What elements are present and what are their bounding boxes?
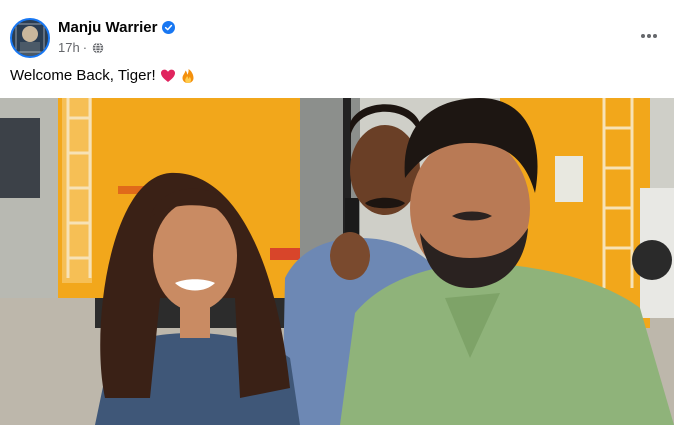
photo-image (0, 98, 674, 425)
verified-badge-icon (162, 21, 176, 34)
globe-icon[interactable] (92, 41, 104, 54)
fire-emoji (182, 68, 194, 83)
post-header: Manju Warrier 17h · (0, 0, 674, 64)
author-avatar[interactable] (10, 18, 50, 58)
more-options-button[interactable] (632, 24, 666, 48)
post-photo[interactable] (0, 98, 674, 425)
caption-text: Welcome Back, Tiger! (10, 67, 156, 84)
post-caption: Welcome Back, Tiger! (10, 67, 196, 84)
facebook-post: Manju Warrier 17h · Welcome Back, Tiger! (0, 0, 674, 425)
post-timestamp[interactable]: 17h (58, 40, 80, 55)
meta-separator: · (82, 40, 88, 55)
heart-emoji (160, 69, 175, 82)
author-line: Manju Warrier (58, 19, 176, 36)
avatar-image (12, 20, 48, 56)
post-meta: 17h · (58, 40, 104, 55)
author-name[interactable]: Manju Warrier (58, 19, 157, 36)
more-options-icon (641, 34, 657, 38)
